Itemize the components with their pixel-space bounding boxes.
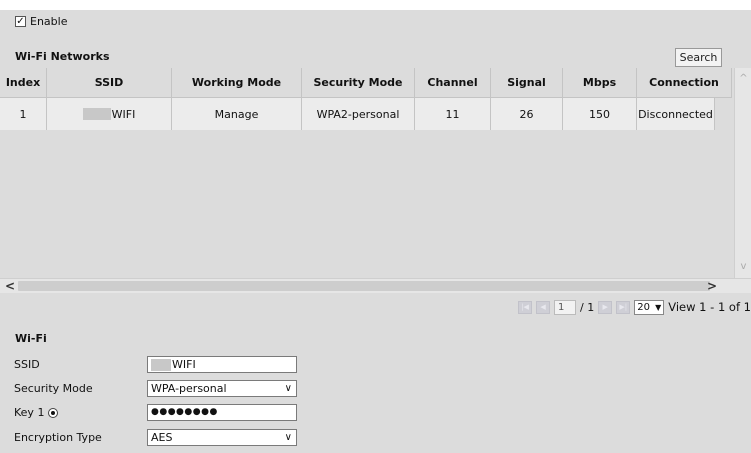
column-header-index[interactable]: Index xyxy=(0,68,47,98)
cell-ssid-text: WIFI xyxy=(111,107,136,121)
table-header: Index SSID Working Mode Security Mode Ch… xyxy=(0,68,732,98)
wifi-networks-table: Index SSID Working Mode Security Mode Ch… xyxy=(0,68,751,293)
ssid-label: SSID xyxy=(14,358,40,371)
column-header-signal[interactable]: Signal xyxy=(491,68,563,98)
wifi-section-title: Wi-Fi xyxy=(15,332,47,345)
view-range-text: View 1 - 1 of 1 xyxy=(668,300,751,314)
vertical-scrollbar[interactable]: ^ v xyxy=(734,68,751,278)
encryption-type-select[interactable]: AES ∨ xyxy=(147,429,297,446)
scroll-up-icon[interactable]: ^ xyxy=(735,72,751,86)
page-total: / 1 xyxy=(580,300,595,314)
cell-signal: 26 xyxy=(491,98,563,130)
column-header-mbps[interactable]: Mbps xyxy=(563,68,637,98)
cell-ssid: WIFI xyxy=(47,98,172,130)
chevron-down-icon: ∨ xyxy=(284,432,292,443)
next-page-icon[interactable]: ▶ xyxy=(598,300,613,314)
chevron-down-icon: ∨ xyxy=(284,383,292,394)
horizontal-scroll-thumb[interactable] xyxy=(18,281,710,291)
scroll-down-icon[interactable]: v xyxy=(735,260,751,274)
security-mode-value: WPA-personal xyxy=(151,382,227,395)
encryption-type-value: AES xyxy=(151,431,173,444)
wifi-settings-panel: ✓ Enable Wi-Fi Networks Search Index SSI… xyxy=(0,10,751,453)
column-header-security-mode[interactable]: Security Mode xyxy=(302,68,415,98)
column-header-ssid[interactable]: SSID xyxy=(47,68,172,98)
page-number-input[interactable]: 1 xyxy=(554,299,577,315)
column-header-connection[interactable]: Connection xyxy=(637,68,732,98)
table-row[interactable]: 1 WIFI Manage WPA2-personal 11 26 150 Di… xyxy=(0,98,715,130)
column-header-working-mode[interactable]: Working Mode xyxy=(172,68,302,98)
cell-connection: Disconnected xyxy=(637,98,715,130)
search-button[interactable]: Search xyxy=(675,48,722,67)
encryption-type-label: Encryption Type xyxy=(14,431,102,444)
key-1-label: Key 1 xyxy=(14,406,45,419)
key-1-label-row: Key 1 xyxy=(14,406,59,419)
page-size-value: 20 xyxy=(637,301,650,313)
scroll-right-icon[interactable]: > xyxy=(704,279,720,294)
horizontal-scrollbar[interactable]: < > xyxy=(0,278,751,293)
enable-checkbox-row[interactable]: ✓ Enable xyxy=(15,14,67,28)
column-header-channel[interactable]: Channel xyxy=(415,68,491,98)
masked-ssid-field-redaction xyxy=(151,359,171,371)
pagination-bar: |◀ ◀ 1 / 1 ▶ ▶| 20 ▼ View 1 - 1 of 1 xyxy=(518,298,751,316)
cell-security-mode: WPA2-personal xyxy=(302,98,415,130)
ssid-input-value: WIFI xyxy=(172,358,196,371)
chevron-down-icon: ▼ xyxy=(655,302,662,312)
first-page-icon[interactable]: |◀ xyxy=(518,300,533,314)
last-page-icon[interactable]: ▶| xyxy=(616,300,631,314)
key-1-radio[interactable] xyxy=(48,408,59,418)
ssid-input[interactable]: WIFI xyxy=(147,356,297,373)
cell-mbps: 150 xyxy=(563,98,637,130)
wifi-networks-title: Wi-Fi Networks xyxy=(15,50,110,63)
prev-page-icon[interactable]: ◀ xyxy=(536,300,551,314)
page-size-select[interactable]: 20 ▼ xyxy=(634,299,665,315)
enable-label: Enable xyxy=(30,14,68,28)
cell-channel: 11 xyxy=(415,98,491,130)
security-mode-label: Security Mode xyxy=(14,382,93,395)
cell-index: 1 xyxy=(0,98,47,130)
masked-ssid-redaction xyxy=(82,108,111,120)
enable-checkbox[interactable]: ✓ xyxy=(15,15,26,27)
key-1-password-input[interactable]: ●●●●●●●● xyxy=(147,404,297,421)
security-mode-select[interactable]: WPA-personal ∨ xyxy=(147,380,297,397)
cell-working-mode: Manage xyxy=(172,98,302,130)
scroll-left-icon[interactable]: < xyxy=(2,279,18,294)
